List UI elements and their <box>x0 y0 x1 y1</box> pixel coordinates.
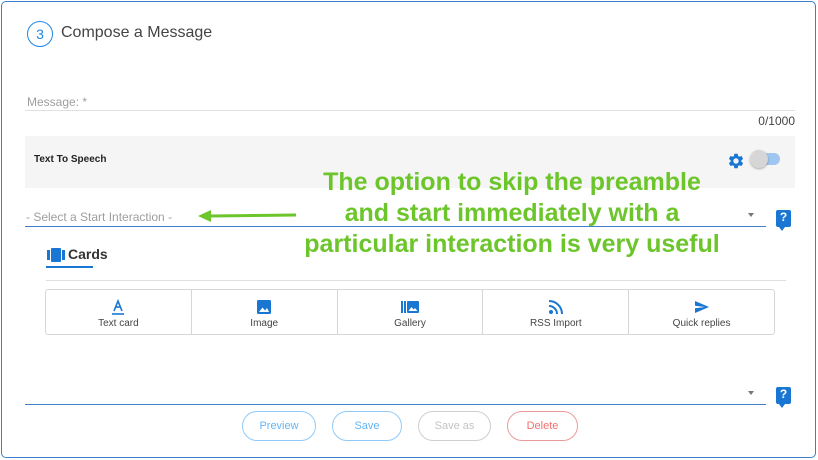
help-icon[interactable]: ? <box>776 387 791 408</box>
annotation-line: and start immediately with a <box>344 199 680 227</box>
save-button[interactable]: Save <box>332 411 402 441</box>
tab-divider <box>46 280 786 281</box>
rss-icon <box>548 300 563 315</box>
step-number-badge: 3 <box>27 21 53 47</box>
tab-cards[interactable]: Cards <box>46 244 108 268</box>
image-button[interactable]: Image <box>192 290 338 334</box>
quick-replies-button[interactable]: Quick replies <box>629 290 774 334</box>
gallery-label: Gallery <box>394 318 426 329</box>
toggle-knob <box>750 150 768 168</box>
message-input[interactable] <box>25 110 795 111</box>
character-counter: 0/1000 <box>758 114 795 128</box>
annotation-line: particular interaction is very useful <box>304 230 720 258</box>
text-card-label: Text card <box>98 318 139 329</box>
text-to-speech-toggle[interactable] <box>750 150 780 168</box>
send-icon <box>694 301 709 313</box>
preview-button[interactable]: Preview <box>242 411 316 441</box>
image-label: Image <box>250 318 279 329</box>
rss-import-label: RSS Import <box>529 318 582 329</box>
annotation-arrow-icon <box>198 210 297 222</box>
active-tab-indicator <box>46 266 93 268</box>
quick-replies-label: Quick replies <box>672 318 731 329</box>
text-to-speech-label: Text To Speech <box>34 154 107 165</box>
rss-import-button[interactable]: RSS Import <box>483 290 630 334</box>
image-icon <box>257 300 272 314</box>
text-card-icon <box>112 299 125 315</box>
gallery-icon <box>400 301 419 313</box>
tab-cards-label: Cards <box>68 246 108 262</box>
annotation-callout: The option to skip the preamble and star… <box>268 167 756 260</box>
page-title: Compose a Message <box>61 24 213 41</box>
save-as-button[interactable]: Save as <box>418 411 491 441</box>
message-field-label: Message: * <box>27 95 88 109</box>
gallery-button[interactable]: Gallery <box>338 290 484 334</box>
help-icon[interactable]: ? <box>776 210 791 231</box>
start-interaction-placeholder: - Select a Start Interaction - <box>26 210 173 224</box>
delete-button[interactable]: Delete <box>507 411 578 441</box>
chevron-down-icon <box>748 391 754 395</box>
text-card-button[interactable]: Text card <box>46 290 192 334</box>
card-type-picker: Text card Image Gallery RSS Import Quick… <box>45 289 775 335</box>
cards-icon <box>47 248 65 262</box>
secondary-select[interactable] <box>25 383 766 405</box>
annotation-line: The option to skip the preamble <box>323 168 701 196</box>
